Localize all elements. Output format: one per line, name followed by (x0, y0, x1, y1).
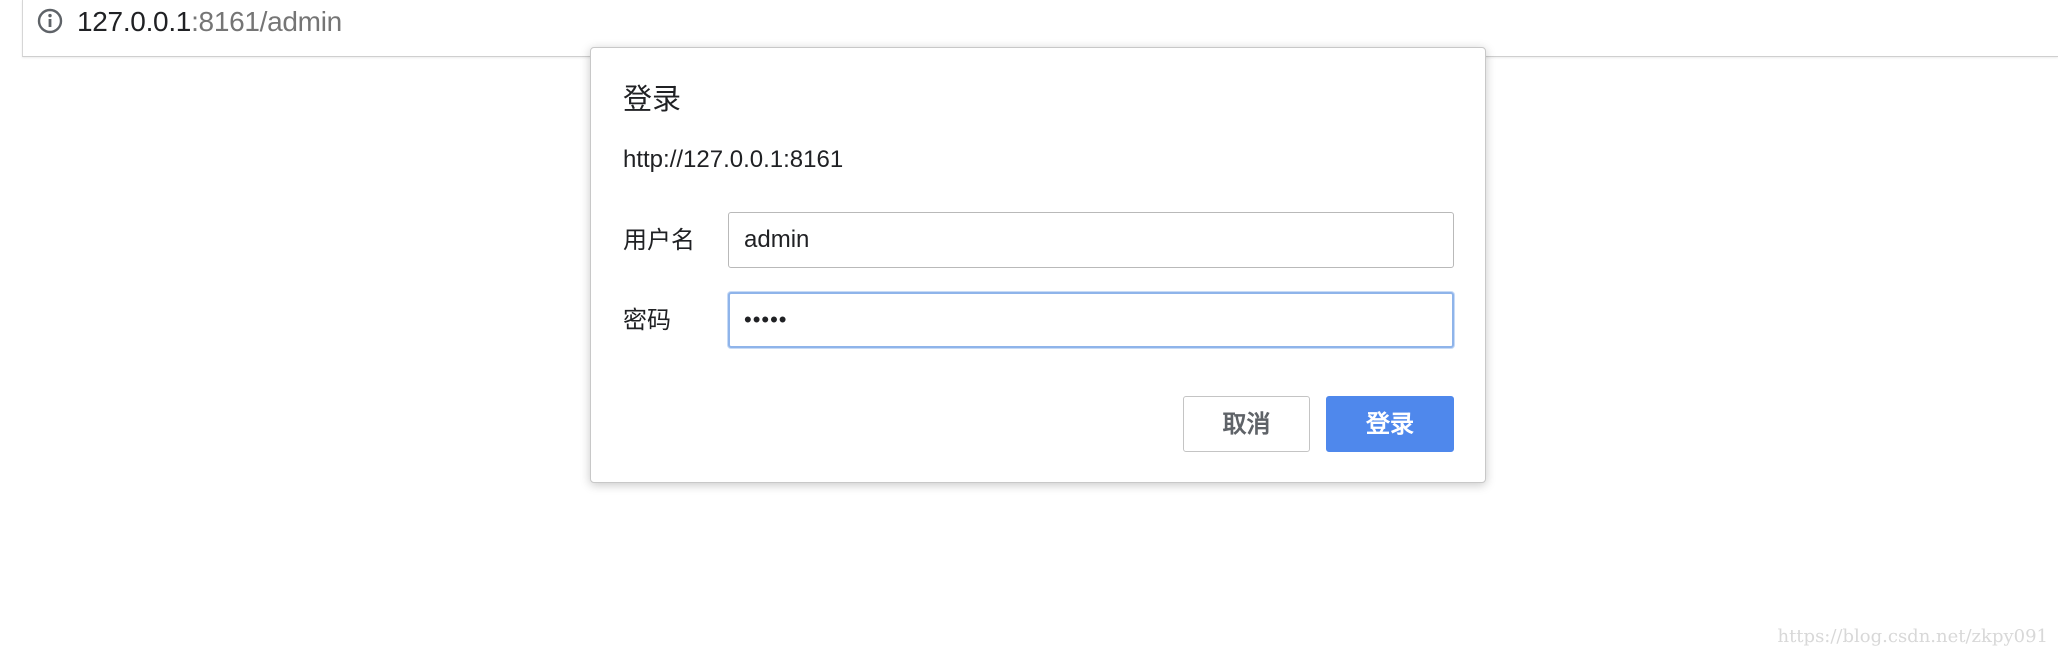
cancel-button[interactable]: 取消 (1183, 396, 1310, 452)
watermark: https://blog.csdn.net/zkpy091 (1777, 626, 2048, 647)
dialog-origin-url: http://127.0.0.1:8161 (623, 146, 844, 173)
url-text[interactable]: 127.0.0.1:8161/admin (77, 6, 342, 38)
login-button[interactable]: 登录 (1326, 396, 1454, 452)
auth-dialog: 登录 http://127.0.0.1:8161 用户名 admin 密码 ••… (590, 47, 1486, 483)
password-label: 密码 (623, 306, 671, 334)
username-label: 用户名 (623, 226, 695, 254)
dialog-title: 登录 (623, 82, 682, 116)
info-circle-icon[interactable] (37, 8, 63, 34)
url-host: 127.0.0.1 (77, 6, 192, 37)
password-field[interactable]: ••••• (728, 292, 1454, 348)
username-field[interactable]: admin (728, 212, 1454, 268)
url-path: :8161/admin (191, 6, 342, 37)
